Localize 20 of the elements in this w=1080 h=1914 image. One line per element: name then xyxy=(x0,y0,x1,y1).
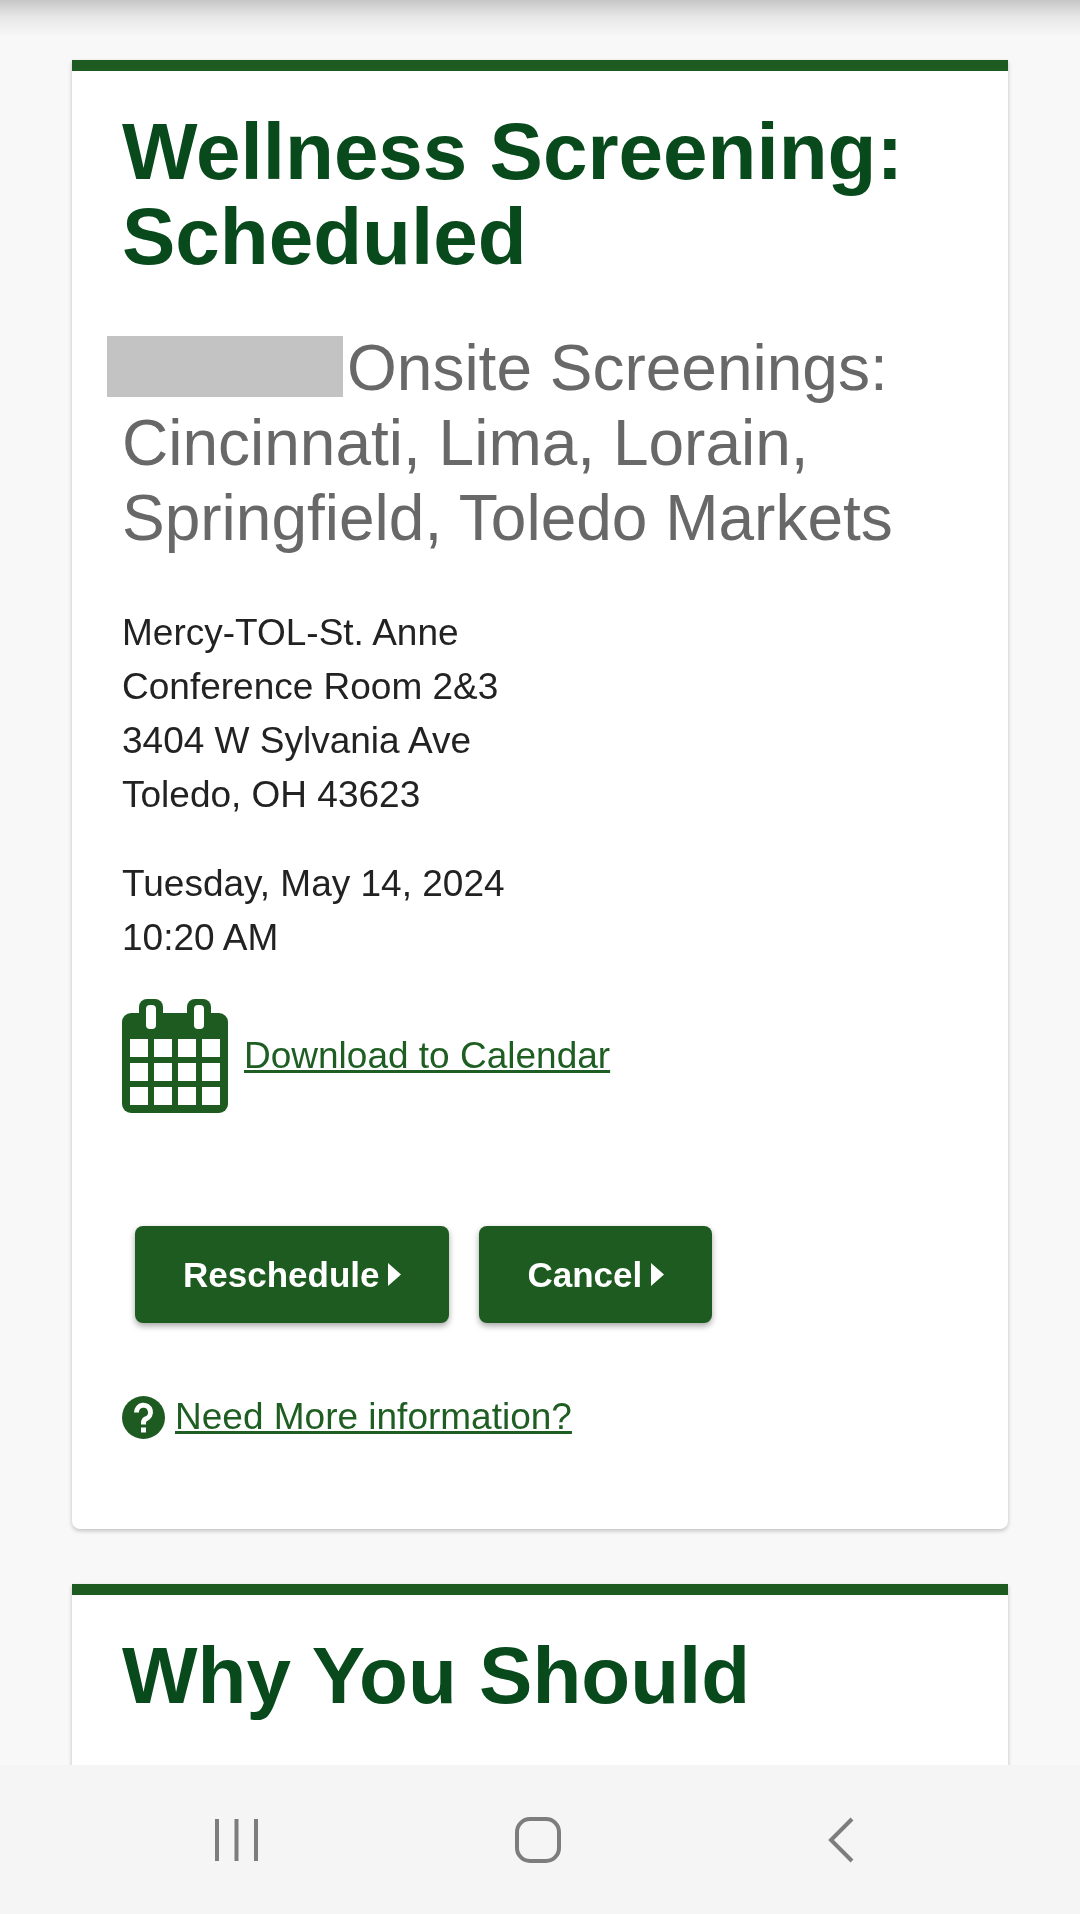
recents-icon[interactable] xyxy=(215,1816,258,1863)
home-icon[interactable] xyxy=(515,1816,561,1863)
card-title: Wellness Screening: Scheduled xyxy=(122,109,904,279)
calendar-icon xyxy=(122,999,228,1113)
caret-icon xyxy=(651,1263,665,1286)
address-line: Conference Room 2&3 xyxy=(122,665,500,709)
download-calendar-link[interactable]: Download to Calendar xyxy=(244,1029,611,1083)
address-line: 3404 W Sylvania Ave xyxy=(122,719,472,763)
appointment-time: 10:20 AM xyxy=(122,916,280,960)
card-subtitle: Onsite Screenings: Cincinnati, Lima, Lorain, Springfield, Toledo Markets xyxy=(122,332,893,554)
address-line: Mercy-TOL-St. Anne xyxy=(122,611,460,655)
card-title: Why You Should xyxy=(122,1633,752,1718)
more-info-link[interactable]: Need More information? xyxy=(175,1394,572,1440)
back-icon[interactable] xyxy=(828,1816,854,1863)
action-button[interactable]: Cancel xyxy=(479,1226,713,1323)
caret-icon xyxy=(388,1263,402,1286)
appointment-date: Tuesday, May 14, 2024 xyxy=(122,862,506,906)
action-button[interactable]: Reschedule xyxy=(135,1226,450,1323)
address-line: Toledo, OH 43623 xyxy=(122,773,422,817)
help-icon xyxy=(122,1395,165,1439)
